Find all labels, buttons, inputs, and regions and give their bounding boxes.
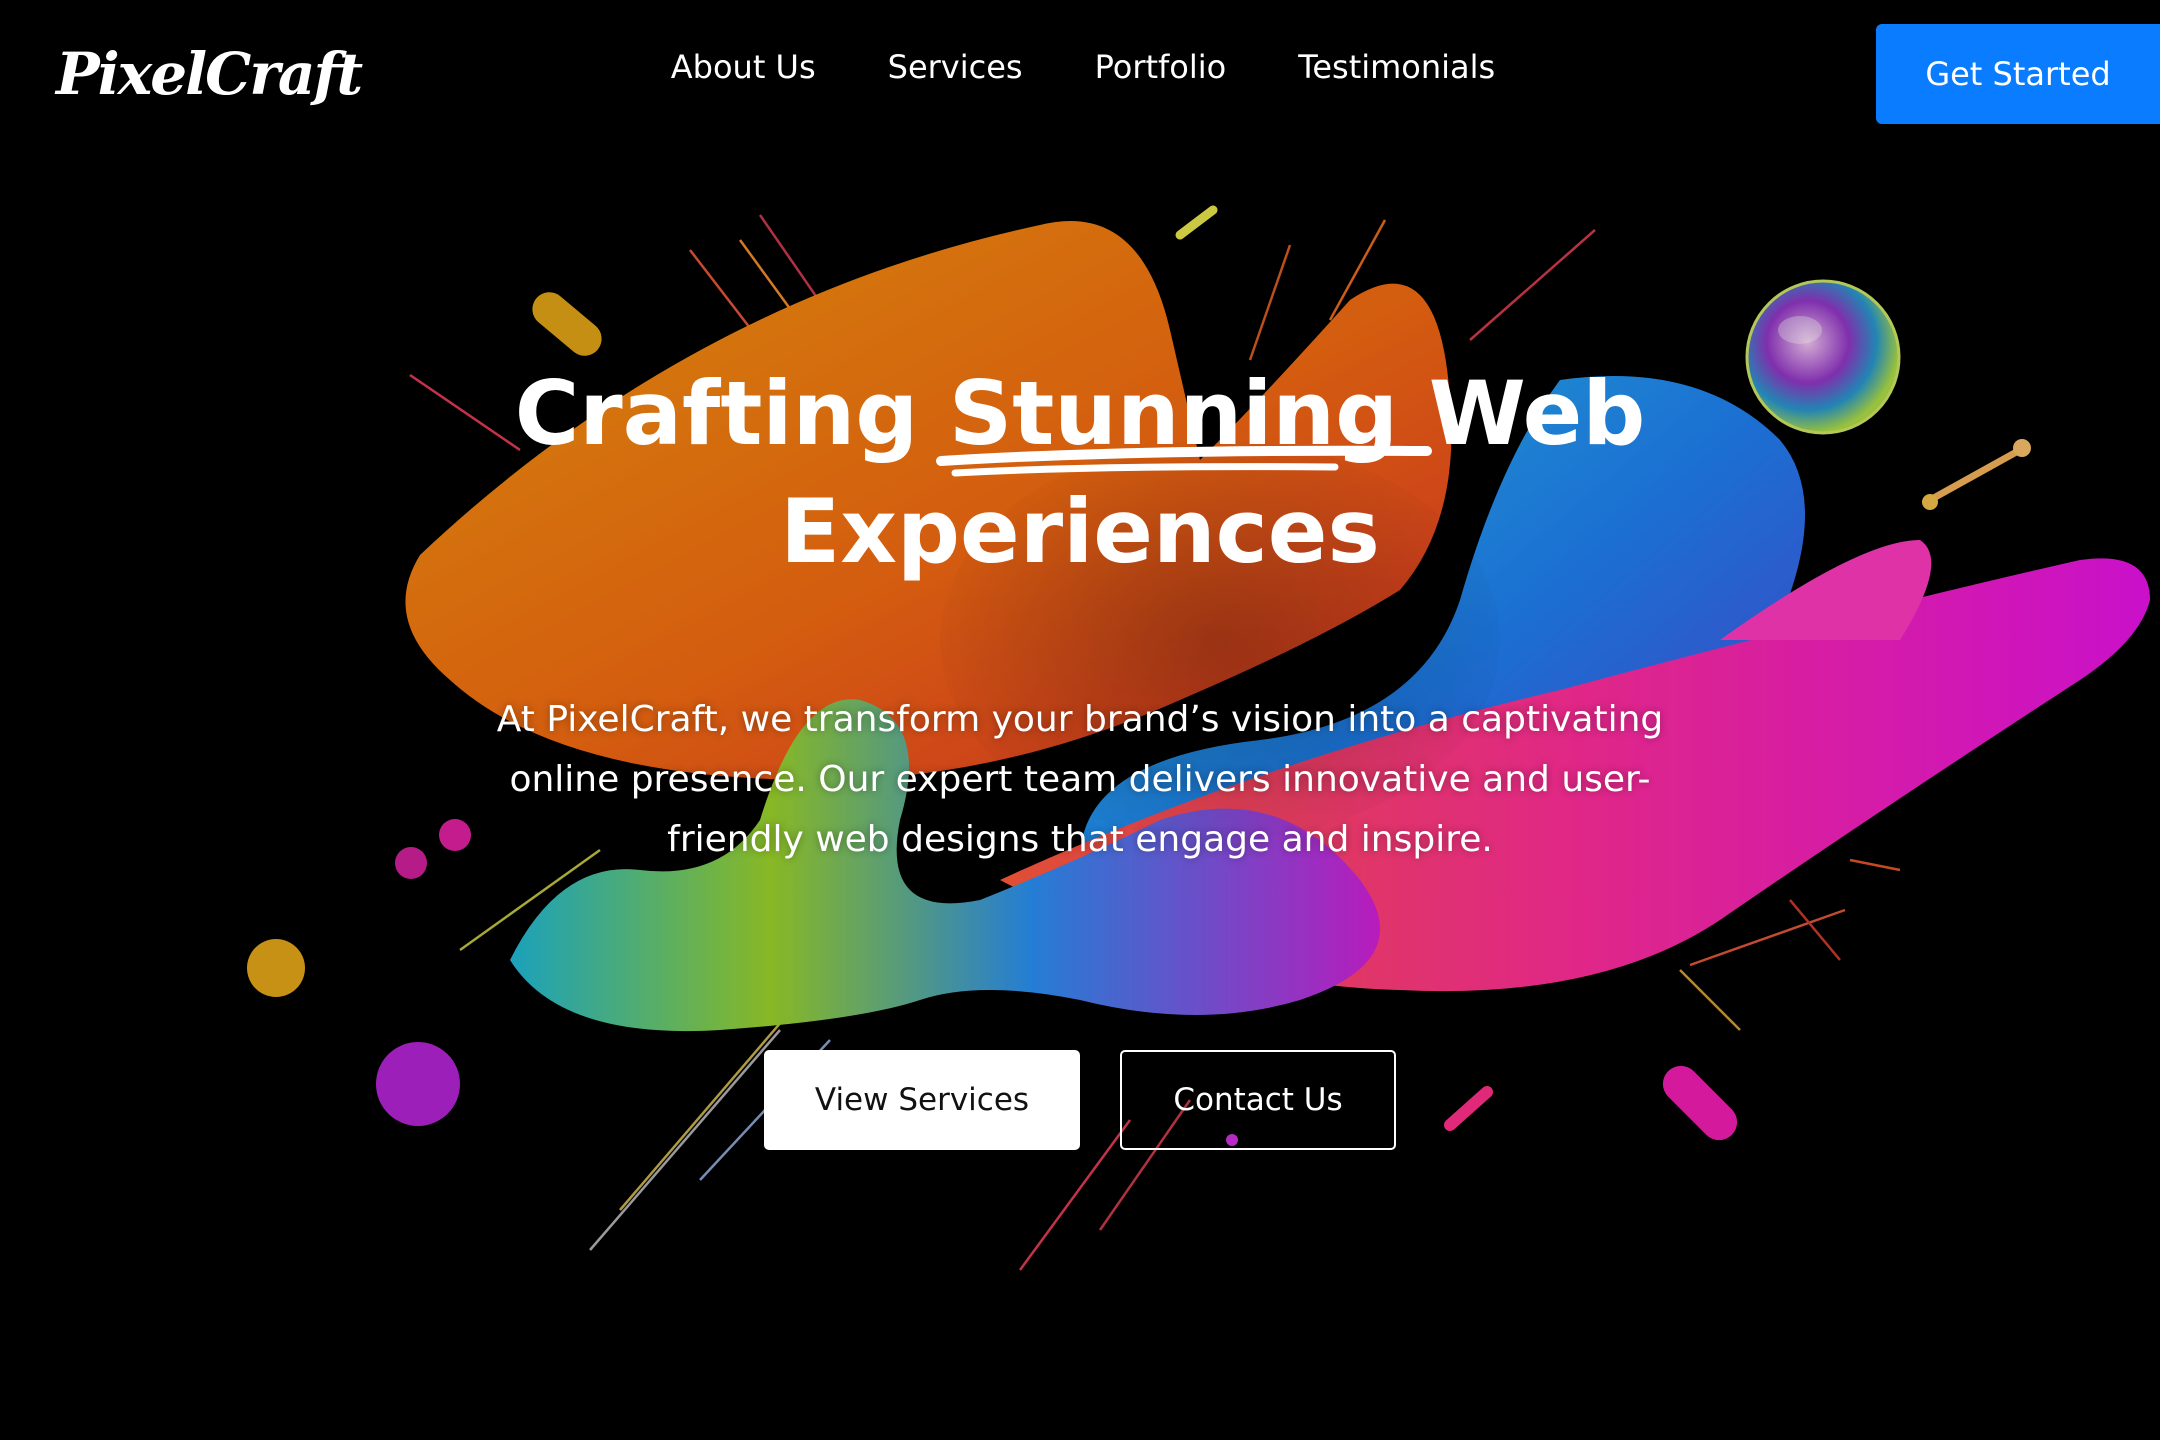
hero-subtitle: At PixelCraft, we transform your brand’s… bbox=[496, 699, 1664, 860]
hero-headline: Crafting Stunning Web Experiences bbox=[380, 355, 1780, 591]
nav-link-about-us[interactable]: About Us bbox=[671, 48, 816, 86]
get-started-button[interactable]: Get Started bbox=[1876, 24, 2160, 124]
top-navigation-bar: PixelCraft About Us Services Portfolio T… bbox=[0, 0, 2160, 150]
contact-us-button[interactable]: Contact Us bbox=[1120, 1050, 1396, 1150]
headline-word-web: Web bbox=[1428, 362, 1646, 465]
nav-link-testimonials[interactable]: Testimonials bbox=[1298, 48, 1495, 86]
headline-line-two: Experiences bbox=[780, 480, 1380, 583]
view-services-button[interactable]: View Services bbox=[764, 1050, 1080, 1150]
headline-word-crafting: Crafting bbox=[514, 362, 919, 465]
nav-link-services[interactable]: Services bbox=[888, 48, 1023, 86]
main-nav: About Us Services Portfolio Testimonials bbox=[0, 48, 2160, 86]
headline-highlight-wrapper: Stunning bbox=[935, 355, 1432, 477]
brush-underline-icon bbox=[935, 445, 1432, 477]
nav-link-portfolio[interactable]: Portfolio bbox=[1095, 48, 1227, 86]
